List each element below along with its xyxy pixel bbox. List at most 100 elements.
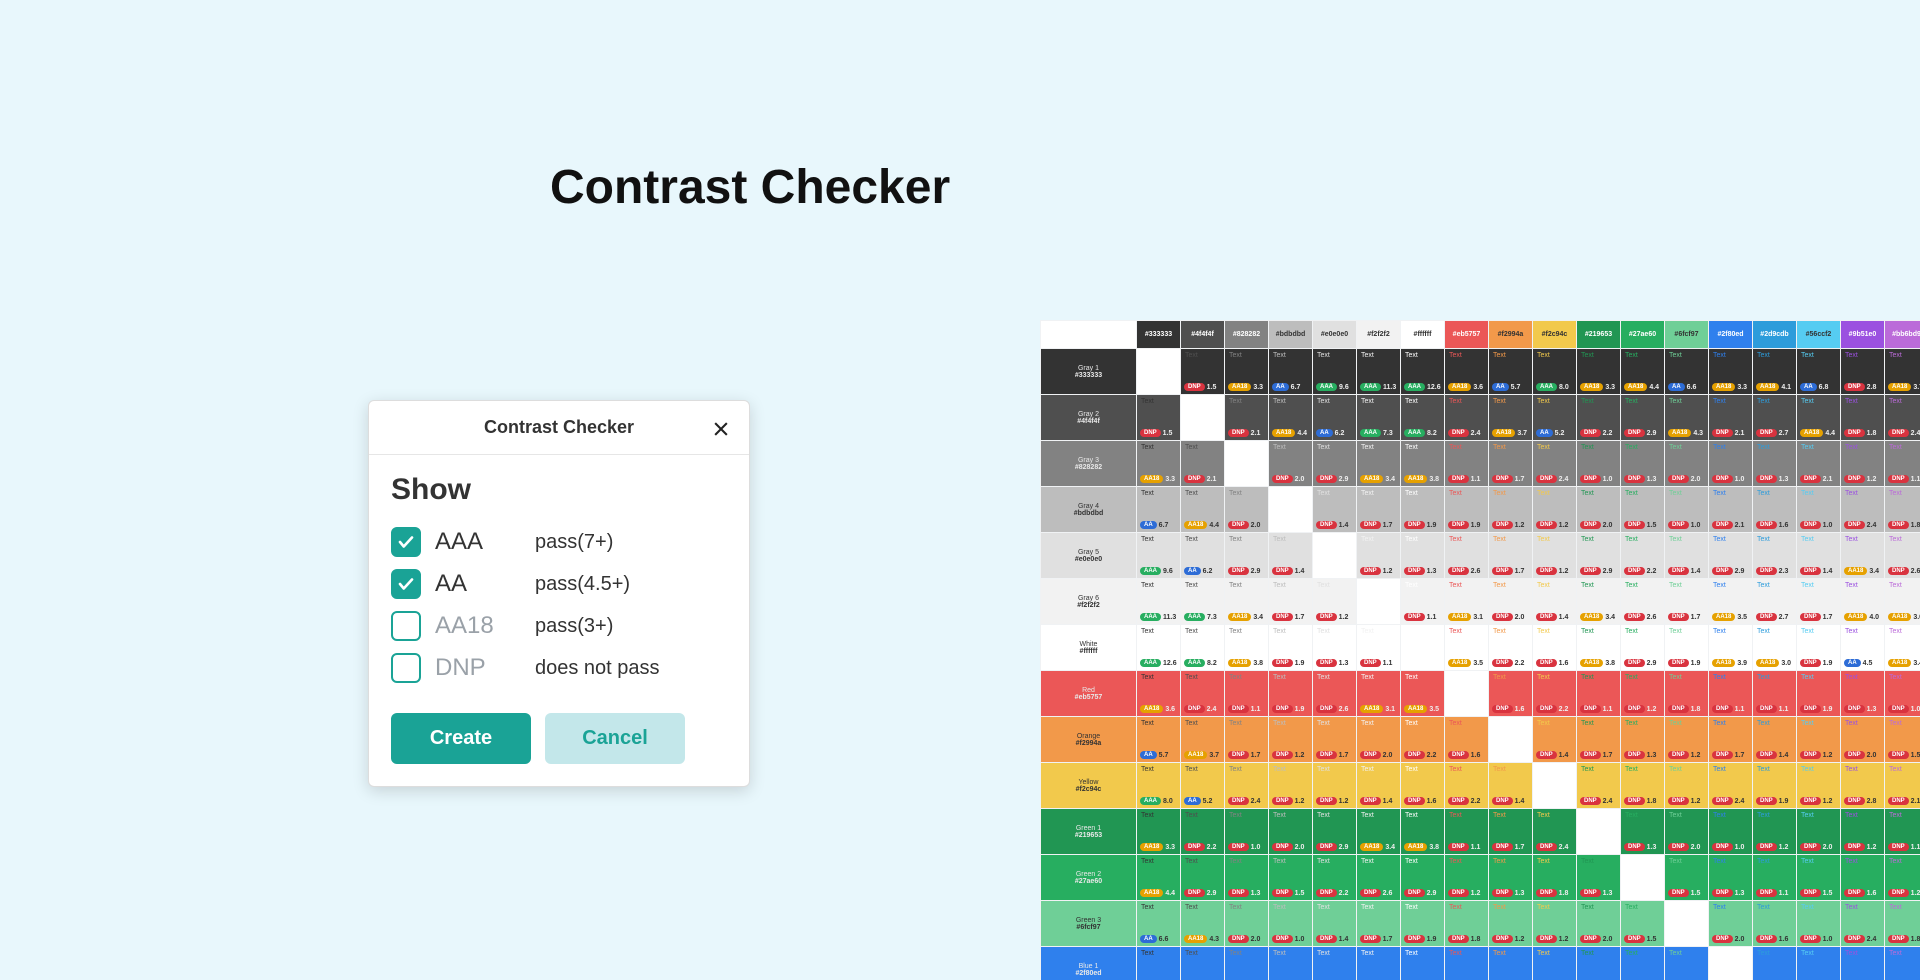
rating-pill: DNP <box>1712 843 1733 851</box>
contrast-cell: TextDNP1.9 <box>1753 763 1797 809</box>
ratio-value: 1.2 <box>1867 476 1877 483</box>
contrast-cell: TextAA183.7 <box>1489 395 1533 441</box>
col-head: #6fcf97 <box>1665 321 1709 349</box>
checkbox-aa[interactable] <box>391 569 421 599</box>
cell-sample-text: Text <box>1667 352 1706 359</box>
contrast-cell: TextDNP2.1 <box>1269 947 1313 980</box>
ratio-value: 1.0 <box>1295 936 1305 943</box>
contrast-cell: TextDNP2.4 <box>1709 763 1753 809</box>
rating-pill: DNP <box>1624 705 1645 713</box>
contrast-cell: TextDNP2.0 <box>1665 947 1709 980</box>
rating-pill: DNP <box>1844 521 1865 529</box>
contrast-cell: TextDNP1.0 <box>1577 947 1621 980</box>
rating-pill: AA18 <box>1844 567 1867 575</box>
rating-pill: DNP <box>1536 889 1557 897</box>
rating-pill: AA <box>1140 521 1157 529</box>
contrast-cell: TextDNP1.1 <box>1577 671 1621 717</box>
contrast-cell: TextDNP1.0 <box>1225 441 1269 487</box>
contrast-cell: TextDNP1.2 <box>1313 579 1357 625</box>
rating-pill: DNP <box>1316 613 1337 621</box>
cell-sample-text: Text <box>1535 398 1574 405</box>
rating-pill: AA <box>1668 383 1685 391</box>
contrast-cell: TextDNP1.2 <box>1313 763 1357 809</box>
rating-pill: DNP <box>1448 521 1469 529</box>
cell-sample-text: Text <box>1535 444 1574 451</box>
contrast-cell: TextDNP1.9 <box>1665 625 1709 671</box>
contrast-cell: TextDNP1.2 <box>1665 763 1709 809</box>
cell-sample-text: Text <box>1491 444 1530 451</box>
contrast-cell: TextAA5.7 <box>1137 717 1181 763</box>
rating-pill: AA18 <box>1580 659 1603 667</box>
contrast-cell: TextDNP1.0 <box>1445 671 1489 717</box>
rating-pill: AA18 <box>1360 705 1383 713</box>
ratio-value: 1.9 <box>1427 522 1437 529</box>
rating-pill: DNP <box>1756 429 1777 437</box>
rating-pill: AA18 <box>1624 383 1647 391</box>
cell-sample-text: Text <box>1667 582 1706 589</box>
create-button[interactable]: Create <box>391 713 531 764</box>
rating-pill: AA18 <box>1800 429 1823 437</box>
ratio-value: 1.8 <box>1911 522 1920 529</box>
cell-sample-text: Text <box>1667 720 1706 727</box>
rating-pill: DNP <box>1184 889 1205 897</box>
rating-pill: DNP <box>1448 889 1469 897</box>
col-head: #ffffff <box>1401 321 1445 349</box>
close-button[interactable] <box>707 415 735 443</box>
ratio-value: 2.4 <box>1251 798 1261 805</box>
ratio-value: 2.2 <box>1603 430 1613 437</box>
ratio-value: 1.1 <box>1911 476 1920 483</box>
cell-sample-text: Text <box>1447 536 1486 543</box>
ratio-value: 1.2 <box>1559 936 1569 943</box>
contrast-cell: TextDNP1.0 <box>1709 947 1753 980</box>
cell-sample-text: Text <box>1535 628 1574 635</box>
contrast-cell: TextAA6.7 <box>1269 349 1313 395</box>
rating-pill: DNP <box>1712 797 1733 805</box>
contrast-cell: TextDNP2.3 <box>1753 533 1797 579</box>
rating-pill: DNP <box>1184 843 1205 851</box>
contrast-cell: TextDNP1.0 <box>1709 441 1753 487</box>
cell-sample-text: Text <box>1887 720 1920 727</box>
contrast-cell: TextDNP1.7 <box>1577 717 1621 763</box>
contrast-cell: TextDNP2.0 <box>1357 717 1401 763</box>
cell-sample-text: Text <box>1579 444 1618 451</box>
cell-sample-text: Text <box>1711 444 1750 451</box>
contrast-cell: TextAA5.7 <box>1489 349 1533 395</box>
cell-sample-text: Text <box>1227 766 1266 773</box>
ratio-value: 1.3 <box>1867 706 1877 713</box>
ratio-value: 1.4 <box>1559 614 1569 621</box>
checkbox-aa18[interactable] <box>391 611 421 641</box>
cell-sample-text: Text <box>1535 950 1574 957</box>
contrast-cell: TextDNP1.3 <box>1225 855 1269 901</box>
checkbox-aaa[interactable] <box>391 527 421 557</box>
check-icon <box>397 533 415 551</box>
ratio-value: 6.2 <box>1335 430 1345 437</box>
rating-pill: DNP <box>1448 567 1469 575</box>
rating-pill: DNP <box>1536 705 1557 713</box>
rating-pill: DNP <box>1536 475 1557 483</box>
cell-sample-text: Text <box>1227 720 1266 727</box>
ratio-value: 2.2 <box>1515 660 1525 667</box>
rating-pill: DNP <box>1844 751 1865 759</box>
filter-desc: pass(7+) <box>535 531 613 554</box>
contrast-cell: TextDNP2.0 <box>1225 487 1269 533</box>
ratio-value: 1.2 <box>1911 890 1920 897</box>
checkbox-dnp[interactable] <box>391 653 421 683</box>
cancel-button[interactable]: Cancel <box>545 713 685 764</box>
ratio-value: 1.0 <box>1735 844 1745 851</box>
ratio-value: 1.3 <box>1603 890 1613 897</box>
ratio-value: 2.3 <box>1779 568 1789 575</box>
rating-pill: DNP <box>1360 889 1381 897</box>
contrast-cell: TextDNP1.4 <box>1533 717 1577 763</box>
cell-sample-text: Text <box>1403 766 1442 773</box>
rating-pill: DNP <box>1712 567 1733 575</box>
contrast-cell: TextAA183.5 <box>1401 671 1445 717</box>
cell-sample-text: Text <box>1491 950 1530 957</box>
rating-pill: DNP <box>1492 843 1513 851</box>
ratio-value: 1.5 <box>1207 384 1217 391</box>
rating-pill: DNP <box>1492 659 1513 667</box>
contrast-cell: TextAAA12.6 <box>1401 349 1445 395</box>
cell-sample-text: Text <box>1667 950 1706 957</box>
contrast-cell: TextAA184.4 <box>1797 395 1841 441</box>
contrast-cell: TextAA183.7 <box>1181 717 1225 763</box>
cell-sample-text: Text <box>1139 490 1178 497</box>
